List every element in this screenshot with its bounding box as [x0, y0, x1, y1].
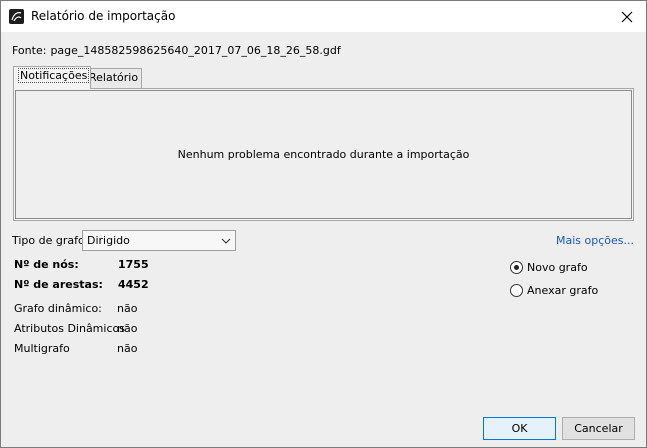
append-graph-option[interactable]: Anexar grafo: [510, 284, 598, 297]
window-title: Relatório de importação: [31, 9, 176, 23]
graph-type-value: Dirigido: [87, 234, 130, 247]
new-graph-radio[interactable]: [510, 261, 523, 274]
import-report-dialog: Relatório de importação Fonte: page_14858…: [0, 0, 647, 448]
edges-count-label: Nº de arestas:: [14, 278, 103, 291]
source-label: Fonte:: [12, 44, 47, 57]
gephi-app-icon: [9, 9, 24, 24]
title-bar: Relatório de importação: [1, 1, 646, 32]
more-options-link[interactable]: Mais opções...: [556, 234, 634, 247]
nodes-count-value: 1755: [118, 258, 149, 271]
dynamic-attributes-label: Atributos Dinâmicos: [14, 322, 125, 335]
cancel-button[interactable]: Cancelar: [562, 417, 635, 440]
nodes-count-label: Nº de nós:: [14, 258, 79, 271]
graph-type-select[interactable]: Dirigido: [82, 230, 236, 251]
new-graph-label: Novo grafo: [527, 261, 588, 274]
dynamic-attributes-value: não: [117, 322, 138, 335]
chevron-down-icon: [221, 235, 231, 248]
tab-report-label: Relatório: [89, 71, 139, 84]
append-graph-label: Anexar grafo: [527, 284, 599, 297]
ok-button[interactable]: OK: [483, 417, 556, 440]
multigraph-value: não: [117, 342, 138, 355]
source-row: Fonte: page_148582598625640_2017_07_06_18…: [12, 44, 345, 57]
append-graph-radio[interactable]: [510, 284, 523, 297]
notifications-content: Nenhum problema encontrado durante a imp…: [15, 90, 632, 219]
tab-report[interactable]: Relatório: [84, 68, 142, 89]
close-icon[interactable]: [616, 6, 638, 28]
source-file: page_148582598625640_2017_07_06_18_26_58…: [50, 44, 341, 57]
dynamic-graph-value: não: [117, 302, 138, 315]
graph-type-label: Tipo de grafo:: [12, 234, 89, 247]
notifications-panel: Nenhum problema encontrado durante a imp…: [13, 88, 634, 221]
dynamic-graph-label: Grafo dinâmico:: [14, 302, 102, 315]
tab-notifications[interactable]: Notificações: [13, 66, 91, 89]
new-graph-option[interactable]: Novo grafo: [510, 261, 588, 274]
edges-count-value: 4452: [118, 278, 149, 291]
multigraph-label: Multigrafo: [14, 342, 70, 355]
tab-notifications-label: Notificações: [18, 68, 90, 83]
notifications-message: Nenhum problema encontrado durante a imp…: [177, 148, 470, 161]
